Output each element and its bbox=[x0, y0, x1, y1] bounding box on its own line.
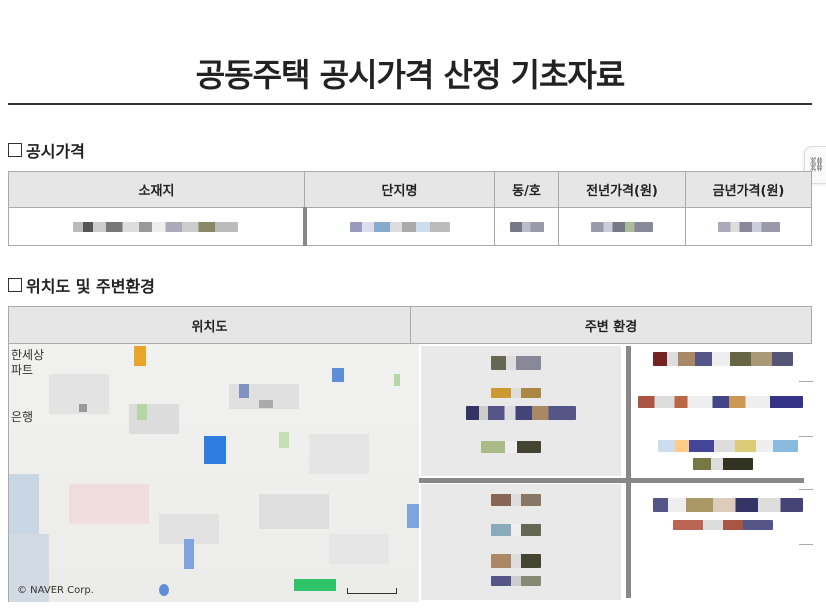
photo-divider-vertical bbox=[626, 346, 631, 598]
cell-unit-redacted bbox=[494, 207, 559, 246]
cell-curr-price-redacted bbox=[685, 207, 812, 246]
col-prev-price: 전년가격(원) bbox=[558, 171, 686, 208]
divider-tick bbox=[799, 436, 813, 437]
table-row bbox=[8, 207, 812, 246]
map-label: 파트 bbox=[11, 363, 34, 377]
col-location-map: 위치도 bbox=[9, 307, 411, 343]
price-table: 소재지 단지명 동/호 전년가격(원) 금년가격(원) bbox=[8, 171, 812, 246]
section-price-heading: 공시가격 bbox=[8, 138, 85, 162]
section-price-title: 공시가격 bbox=[26, 142, 85, 161]
surroundings-photo-grid bbox=[419, 344, 813, 602]
col-complex-name: 단지명 bbox=[304, 171, 495, 208]
price-table-header-row: 소재지 단지명 동/호 전년가격(원) 금년가격(원) bbox=[8, 171, 812, 208]
location-map[interactable]: 한세상 파트 은행 © NAVER Corp. bbox=[9, 344, 419, 602]
col-curr-price: 금년가격(원) bbox=[685, 171, 812, 208]
col-surroundings: 주변 환경 bbox=[584, 319, 638, 335]
divider-tick bbox=[799, 489, 813, 490]
surroundings-photo bbox=[421, 346, 621, 476]
divider-tick bbox=[799, 544, 813, 545]
col-location: 소재지 bbox=[8, 171, 305, 208]
cell-location-redacted bbox=[8, 207, 305, 246]
divider-tick bbox=[799, 381, 813, 382]
surroundings-photo bbox=[421, 484, 621, 600]
photo-divider-horizontal bbox=[419, 478, 804, 483]
map-copyright: © NAVER Corp. bbox=[17, 585, 94, 596]
square-bullet-icon bbox=[8, 143, 22, 157]
square-bullet-icon bbox=[8, 278, 22, 292]
title-divider bbox=[8, 103, 812, 105]
cell-complex-redacted bbox=[302, 207, 495, 246]
section-location-title: 위치도 및 주변환경 bbox=[26, 277, 155, 296]
map-scale-bar bbox=[347, 588, 397, 594]
map-label: 은행 bbox=[11, 410, 34, 424]
page-title: 공동주택 공시가격 산정 기초자료 bbox=[195, 56, 626, 94]
col-building-unit: 동/호 bbox=[494, 171, 559, 208]
surroundings-photo bbox=[633, 346, 803, 476]
section-location-heading: 위치도 및 주변환경 bbox=[8, 273, 155, 297]
location-table-header: 위치도 주변 환경 bbox=[9, 307, 811, 344]
location-table: 위치도 주변 환경 한세상 파트 은행 © NAVER Corp. bbox=[8, 306, 813, 602]
cell-prev-price-redacted bbox=[558, 207, 686, 246]
surroundings-photo bbox=[633, 484, 803, 600]
